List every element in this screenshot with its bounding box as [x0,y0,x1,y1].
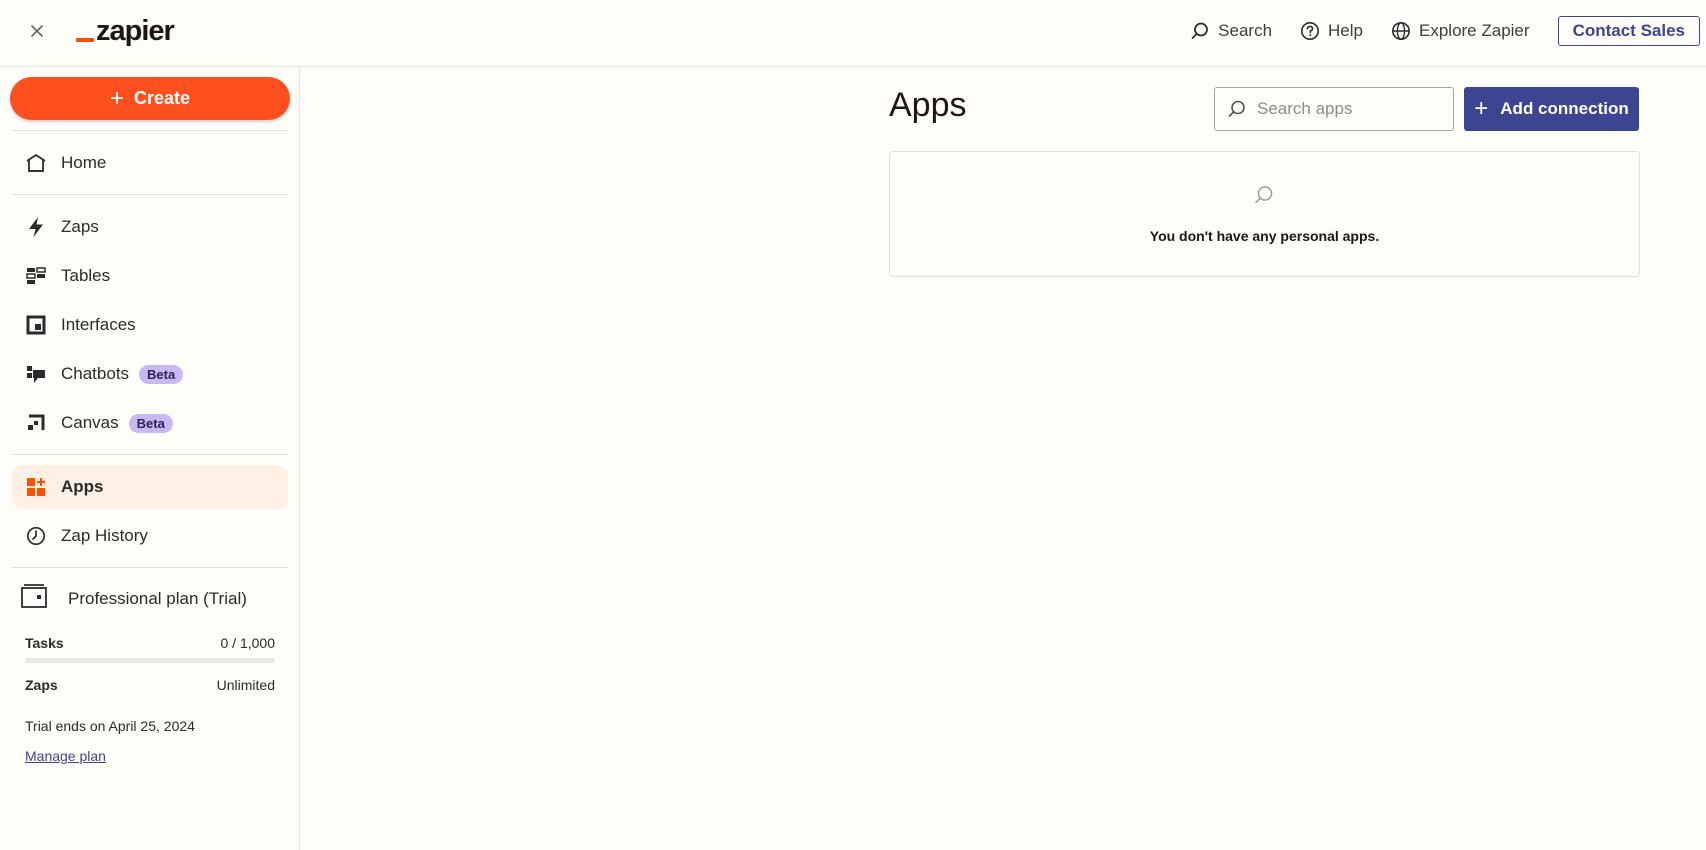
search-apps-field[interactable] [1214,87,1454,131]
sidebar-item-label: Interfaces [61,315,136,334]
beta-badge: Beta [139,364,184,384]
zaps-row: Zaps Unlimited [25,677,275,693]
top-search-link[interactable]: Search [1190,21,1272,41]
logo-text: zapier [96,15,175,47]
zap-icon [25,216,47,238]
create-label: Create [133,88,191,108]
home-icon [25,152,47,174]
plus-icon: + [1474,95,1489,122]
sidebar-item-tables[interactable]: Tables [12,254,288,298]
sidebar: + Create Home Zaps Tables Interfaces Cha… [0,67,300,850]
beta-badge: Beta [128,413,173,433]
globe-icon [1392,22,1410,40]
search-icon [1255,186,1273,204]
sidebar-item-label: Canvas [61,413,119,432]
top-explore-link[interactable]: Explore Zapier [1391,21,1530,41]
tasks-label: Tasks [25,635,64,651]
page-title: Apps [889,86,967,124]
tasks-progress-bar [25,658,275,663]
sidebar-item-label: Tables [61,266,111,285]
wallet-icon [20,583,48,614]
sidebar-item-apps[interactable]: Apps [12,465,288,509]
zaps-value: Unlimited [216,677,275,693]
close-icon [31,25,43,37]
sidebar-item-label: Chatbots [61,364,130,383]
top-bar: zapier Search Help Explore Zapier Contac… [0,0,1706,67]
zaps-label: Zaps [25,677,58,693]
tasks-row: Tasks 0 / 1,000 [25,635,275,651]
plan-title: Professional plan (Trial) [20,583,247,614]
sidebar-item-home[interactable]: Home [12,141,288,185]
plus-icon: + [109,84,124,112]
trial-end-text: Trial ends on April 25, 2024 [25,718,195,734]
top-search-label: Search [1218,21,1273,40]
sidebar-item-zap-history[interactable]: Zap History [12,514,288,558]
manage-plan-link[interactable]: Manage plan [25,748,106,764]
help-icon [1301,22,1320,40]
plan-name: Professional plan (Trial) [68,588,247,608]
sidebar-divider [12,454,288,455]
sidebar-item-label: Zaps [61,217,99,236]
sidebar-item-chatbots[interactable]: Chatbots Beta [12,352,288,396]
apps-icon [25,476,47,498]
sidebar-item-zaps[interactable]: Zaps [12,205,288,249]
top-help-label: Help [1328,21,1363,40]
canvas-icon [25,412,47,434]
logo-underscore [76,38,94,42]
tables-icon [25,265,47,287]
add-connection-label: Add connection [1500,99,1629,118]
sidebar-item-interfaces[interactable]: Interfaces [12,303,288,347]
search-apps-input[interactable] [1255,98,1445,120]
contact-sales-button[interactable]: Contact Sales [1557,16,1700,46]
chatbots-icon [25,363,47,385]
sidebar-divider [12,194,288,195]
history-icon [25,525,47,547]
empty-state-message: You don't have any personal apps. [1149,228,1380,244]
tasks-value: 0 / 1,000 [220,635,276,651]
top-explore-label: Explore Zapier [1419,21,1530,40]
top-nav: Search Help Explore Zapier Contact Sales [1190,16,1704,46]
sidebar-item-label: Apps [61,477,104,496]
empty-state-card: You don't have any personal apps. [889,151,1640,277]
sidebar-divider [12,130,288,131]
sidebar-divider [12,567,288,568]
add-connection-button[interactable]: + Add connection [1464,87,1639,131]
sidebar-item-label: Zap History [61,526,148,545]
create-button[interactable]: + Create [10,77,290,120]
close-button[interactable] [24,18,50,44]
sidebar-item-label: Home [61,153,107,172]
search-icon [1191,22,1209,39]
interfaces-icon [25,314,47,336]
sidebar-item-canvas[interactable]: Canvas Beta [12,401,288,445]
search-icon [1228,100,1245,117]
zapier-logo[interactable]: zapier [76,14,175,48]
top-help-link[interactable]: Help [1300,21,1363,41]
